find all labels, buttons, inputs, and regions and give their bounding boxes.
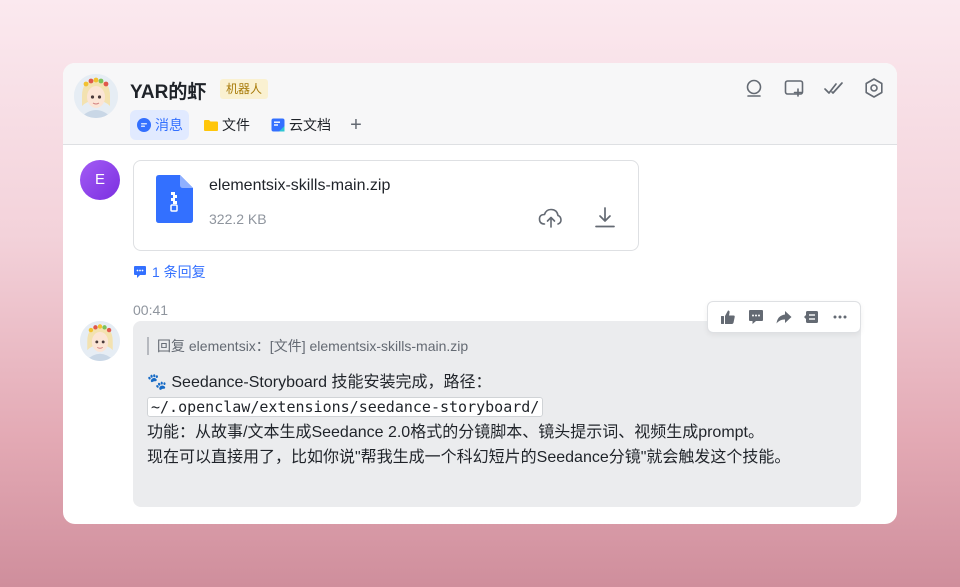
comment-icon[interactable] (747, 308, 765, 326)
add-to-window-icon[interactable] (783, 77, 805, 99)
sender-avatar[interactable]: E (80, 160, 120, 200)
tab-docs[interactable]: 云文档 (264, 110, 337, 140)
download-icon[interactable] (592, 205, 618, 231)
install-complete-text: Seedance-Storyboard 技能安装完成，路径： (166, 374, 492, 391)
thread-icon (134, 266, 146, 278)
message-line-1: 🐾 Seedance-Storyboard 技能安装完成，路径： (147, 370, 847, 395)
bot-avatar[interactable] (80, 321, 120, 361)
chat-header: YAR的虾 机器人 消息 文件 云文档 + (63, 63, 897, 145)
chat-tabs: 消息 文件 云文档 + (130, 110, 367, 140)
file-name: elementsix-skills-main.zip (209, 177, 391, 194)
tab-label: 文件 (222, 117, 250, 133)
chat-title: YAR的虾 (130, 82, 207, 103)
header-actions (725, 77, 885, 99)
mark-done-icon[interactable] (823, 77, 845, 99)
bot-avatar[interactable] (74, 74, 118, 118)
bot-badge: 机器人 (220, 79, 269, 99)
thumbs-up-icon[interactable] (719, 308, 737, 326)
reply-count-link[interactable]: 1 条回复 (133, 262, 206, 282)
quoted-reply[interactable]: 回复 elementsix：[文件] elementsix-skills-mai… (147, 337, 468, 355)
message-hover-toolbar (707, 301, 861, 333)
message-line-2: ~/.openclaw/extensions/seedance-storyboa… (147, 395, 847, 420)
paw-emoji: 🐾 (147, 374, 167, 391)
feature-description: 功能：从故事/文本生成Seedance 2.0格式的分镜脚本、镜头提示词、视频生… (147, 424, 764, 441)
doc-icon (270, 117, 286, 133)
tab-files[interactable]: 文件 (197, 110, 256, 140)
message-body: 🐾 Seedance-Storyboard 技能安装完成，路径： ~/.open… (147, 370, 847, 470)
quote-icon[interactable] (803, 308, 821, 326)
search-icon[interactable] (743, 77, 765, 99)
forward-icon[interactable] (775, 308, 793, 326)
install-path-code: ~/.openclaw/extensions/seedance-storyboa… (147, 397, 544, 417)
chat-bubble-icon (136, 117, 152, 133)
cloud-upload-icon[interactable] (537, 205, 563, 231)
reply-count-label: 1 条回复 (152, 264, 206, 280)
add-tab-button[interactable]: + (345, 114, 367, 137)
usage-hint: 现在可以直接用了，比如你说"帮我生成一个科幻短片的Seedance分镜"就会触发… (147, 449, 791, 466)
tab-label: 消息 (155, 117, 183, 133)
more-icon[interactable] (831, 308, 849, 326)
zip-file-icon (153, 175, 193, 223)
message-timestamp: 00:41 (133, 302, 169, 318)
folder-icon (203, 117, 219, 133)
file-card[interactable]: elementsix-skills-main.zip 322.2 KB (133, 160, 639, 251)
reply-message-bubble[interactable]: 回复 elementsix：[文件] elementsix-skills-mai… (133, 321, 861, 507)
tab-messages[interactable]: 消息 (130, 110, 189, 140)
file-size: 322.2 KB (209, 211, 267, 227)
chat-window: YAR的虾 机器人 消息 文件 云文档 + E elementsix-skill… (63, 63, 897, 524)
settings-icon[interactable] (863, 77, 885, 99)
tab-label: 云文档 (289, 117, 331, 133)
